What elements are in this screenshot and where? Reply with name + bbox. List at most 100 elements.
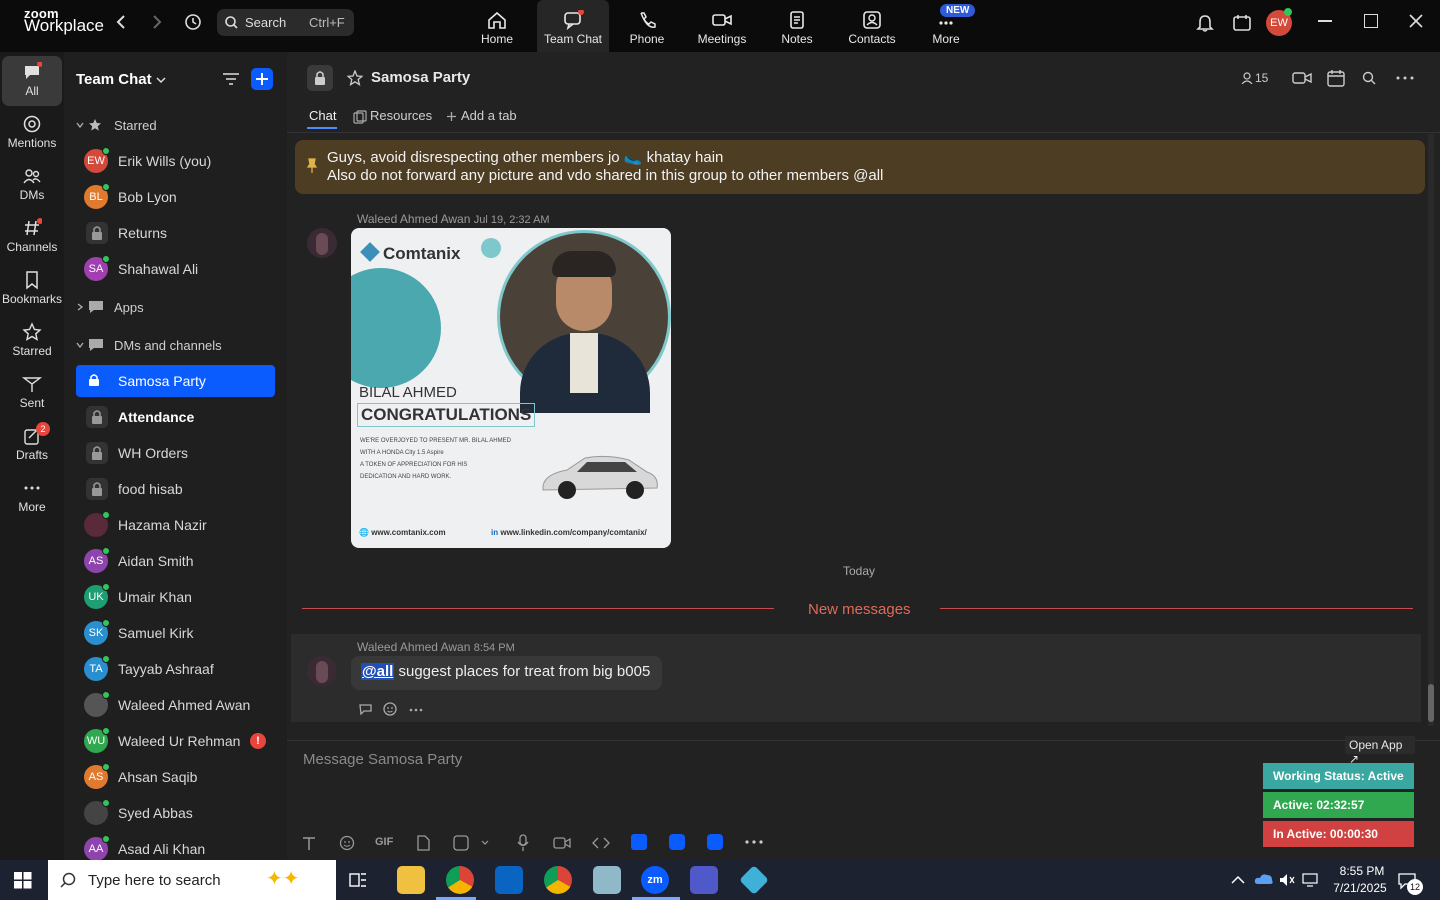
sidebar-item-wh-orders[interactable]: WH Orders <box>74 437 274 469</box>
sidebar-item-syed-abbas[interactable]: Syed Abbas <box>74 797 274 829</box>
file-explorer-icon[interactable] <box>397 866 425 894</box>
taskbar-date[interactable]: 7/21/2025 <box>1328 881 1392 895</box>
nav-contacts[interactable]: Contacts <box>836 0 908 52</box>
teams-icon[interactable] <box>690 866 718 894</box>
network-icon[interactable] <box>1302 873 1320 887</box>
reply-icon[interactable] <box>358 702 374 716</box>
minimize-icon[interactable] <box>1318 20 1332 22</box>
screenshot-icon[interactable] <box>453 835 469 851</box>
sidebar-item-waleed-ur-rehman[interactable]: WU Waleed Ur Rehman ! <box>74 725 274 757</box>
nav-meetings[interactable]: Meetings <box>686 0 758 52</box>
section-apps[interactable]: Apps <box>114 300 144 315</box>
chrome-profile-icon[interactable] <box>544 866 572 894</box>
maximize-icon[interactable] <box>1364 14 1378 28</box>
channel-title[interactable]: Samosa Party <box>371 69 470 86</box>
tab-resources[interactable]: Resources <box>370 108 432 123</box>
sidebar-item-hazama-nazir[interactable]: Hazama Nazir <box>74 509 274 541</box>
sidebar-item-shahawal-ali[interactable]: SA Shahawal Ali <box>74 253 274 285</box>
sidebar-item-tayyab-ashraaf[interactable]: TA Tayyab Ashraaf <box>74 653 274 685</box>
file-icon[interactable] <box>416 835 430 851</box>
taskbar-search[interactable]: Type here to search ✦✦ <box>48 860 336 900</box>
bell-icon[interactable] <box>1196 13 1214 33</box>
app-icon[interactable] <box>739 865 769 895</box>
rail-sent[interactable]: Sent <box>2 368 62 418</box>
open-app-button[interactable]: Open App ↗ <box>1345 736 1415 766</box>
tab-chat[interactable]: Chat <box>309 108 336 123</box>
rail-all[interactable]: All <box>2 56 62 106</box>
text-format-icon[interactable] <box>301 835 317 851</box>
forward-arrow-icon[interactable] <box>149 12 165 32</box>
chevron-down-icon[interactable] <box>481 840 489 846</box>
search-input[interactable]: Search Ctrl+F <box>217 9 354 36</box>
sidebar-item-umair-khan[interactable]: UK Umair Khan <box>74 581 274 613</box>
rail-drafts[interactable]: Drafts 2 <box>2 420 62 470</box>
chevron-up-icon[interactable] <box>1231 875 1245 885</box>
calendar-app-icon[interactable] <box>1232 13 1252 33</box>
chevron-down-icon[interactable] <box>156 76 166 84</box>
rail-starred[interactable]: Starred <box>2 316 62 366</box>
app-shortcut-icon[interactable] <box>631 834 647 850</box>
microphone-icon[interactable] <box>517 834 529 852</box>
rail-more[interactable]: More <box>2 472 62 522</box>
members-button[interactable]: 15 <box>1241 70 1277 88</box>
rail-channels[interactable]: Channels <box>2 212 62 262</box>
emoji-react-icon[interactable] <box>383 701 399 717</box>
code-snippet-icon[interactable] <box>592 836 610 850</box>
emoji-icon[interactable] <box>339 835 355 851</box>
star-icon[interactable] <box>347 70 363 86</box>
mention-all[interactable]: @all <box>361 663 395 680</box>
notification-center-icon[interactable]: 12 <box>1398 872 1423 895</box>
sidebar-item-food-hisab[interactable]: food hisab <box>74 473 274 505</box>
search-icon[interactable] <box>1362 71 1376 85</box>
avatar[interactable] <box>307 656 337 686</box>
sidebar-item-samuel-kirk[interactable]: SK Samuel Kirk <box>74 617 274 649</box>
app-shortcut-icon[interactable] <box>707 834 723 850</box>
sidebar-item-waleed-ahmed-awan[interactable]: Waleed Ahmed Awan <box>74 689 274 721</box>
rail-bookmarks[interactable]: Bookmarks <box>2 264 62 314</box>
message-input[interactable]: Message Samosa Party <box>303 751 462 768</box>
outlook-icon[interactable] <box>495 866 523 894</box>
sidebar-item-aidan-smith[interactable]: AS Aidan Smith <box>74 545 274 577</box>
app-icon[interactable] <box>593 866 621 894</box>
gif-icon[interactable]: GIF <box>375 836 393 848</box>
nav-home[interactable]: Home <box>461 0 533 52</box>
chevron-down-icon[interactable] <box>76 121 84 129</box>
nav-notes[interactable]: Notes <box>761 0 833 52</box>
taskbar-time[interactable]: 8:55 PM <box>1334 864 1390 878</box>
avatar[interactable] <box>307 228 337 258</box>
chrome-icon[interactable] <box>446 866 474 894</box>
back-arrow-icon[interactable] <box>113 12 129 32</box>
sidebar-item-samosa-party[interactable]: Samosa Party <box>76 365 275 397</box>
video-icon[interactable] <box>1292 70 1312 86</box>
section-starred[interactable]: Starred <box>114 118 157 133</box>
ellipsis-icon[interactable] <box>745 840 763 844</box>
message-author[interactable]: Waleed Ahmed Awan <box>357 640 470 654</box>
image-attachment[interactable]: Comtanix BILAL AHMED CONGRATULATIONS WE'… <box>351 228 671 548</box>
tab-add[interactable]: Add a tab <box>461 108 517 123</box>
message-row[interactable]: Waleed Ahmed Awan 8:54 PM @all suggest p… <box>291 634 1421 722</box>
rail-dms[interactable]: DMs <box>2 160 62 210</box>
chevron-down-icon[interactable] <box>76 341 84 349</box>
nav-more[interactable]: More NEW <box>910 0 982 52</box>
chevron-right-icon[interactable] <box>76 303 84 311</box>
scrollbar-thumb[interactable] <box>1428 684 1434 722</box>
volume-icon[interactable] <box>1279 873 1295 887</box>
new-chat-button[interactable] <box>251 68 273 90</box>
close-icon[interactable] <box>1408 13 1424 29</box>
ellipsis-icon[interactable] <box>409 708 423 712</box>
windows-start-icon[interactable] <box>14 872 32 889</box>
sidebar-item-attendance[interactable]: Attendance <box>74 401 274 433</box>
message-author[interactable]: Waleed Ahmed Awan <box>357 212 470 226</box>
history-icon[interactable] <box>183 12 203 32</box>
video-message-icon[interactable] <box>553 836 571 850</box>
zoom-taskbar-icon[interactable]: zm <box>641 866 669 894</box>
nav-team-chat[interactable]: Team Chat <box>537 0 609 52</box>
section-dms[interactable]: DMs and channels <box>114 338 222 353</box>
sidebar-title[interactable]: Team Chat <box>76 71 152 88</box>
pinned-message[interactable]: Guys, avoid disrespecting other members … <box>295 140 1425 194</box>
sidebar-item-ahsan-saqib[interactable]: AS Ahsan Saqib <box>74 761 274 793</box>
calendar-icon[interactable] <box>1327 69 1345 87</box>
sidebar-item-erik-wills[interactable]: EW Erik Wills (you) <box>74 145 274 177</box>
sidebar-item-returns[interactable]: Returns <box>74 217 274 249</box>
message-bubble[interactable]: @all suggest places for treat from big b… <box>351 656 663 690</box>
